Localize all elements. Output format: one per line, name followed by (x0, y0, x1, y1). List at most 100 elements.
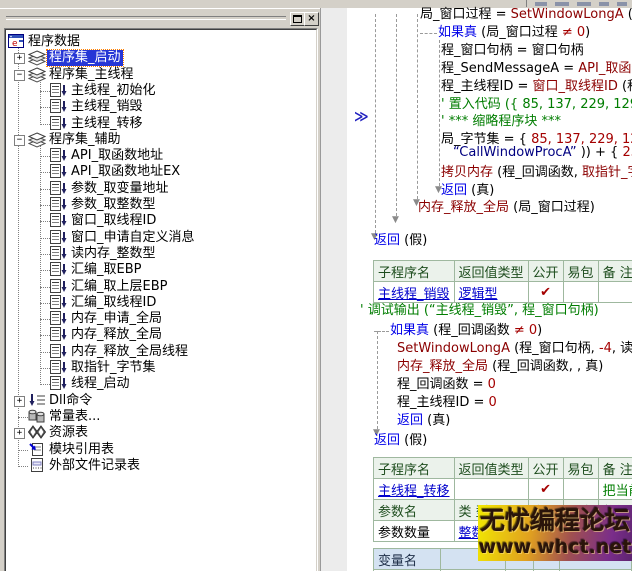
block-end-arrow-icon: ▼ (392, 216, 399, 224)
code-token: (局_窗口过程 (477, 25, 562, 40)
code-token: 局_窗口过程 = (420, 7, 511, 22)
code-token: ' 调试输出 (“主线程_销毁”, 程_窗口句柄) (360, 303, 599, 318)
code-token: (程_窗口句柄, (510, 341, 599, 356)
code-token: )) + { (577, 145, 623, 160)
indent-guide (375, 14, 376, 233)
code-token: 窗口_取线程ID (533, 79, 618, 94)
code-token: “CallWindowProcA” (453, 145, 577, 160)
table-cell[interactable]: 参数数量 (374, 521, 455, 542)
code-line[interactable]: 局_窗口过程 = SetWindowLongA (窗口句 (420, 8, 632, 22)
collapsed-block-icon[interactable]: ≫ (354, 110, 369, 124)
code-line[interactable]: SetWindowLongA (程_窗口句柄, -4, 读内存_ (397, 342, 632, 356)
code-line[interactable]: 如果真 (程_回调函数 ≠ 0) (390, 324, 542, 338)
code-line[interactable]: 程_主线程ID = 窗口_取线程ID (程 (441, 80, 632, 94)
table-cell[interactable]: ✔ (528, 282, 563, 303)
indent-guide (396, 14, 397, 216)
watermark: 无忧编程论坛 www.whct.net (478, 505, 632, 561)
code-line[interactable]: 程_SendMessageA = API_取函数地址 (441, 62, 632, 76)
block-start-dash (420, 33, 437, 34)
table-cell: 参数名 (374, 500, 455, 521)
table-cell[interactable] (454, 479, 528, 500)
code-line[interactable]: 返回 (假) (374, 234, 427, 248)
table-cell[interactable]: 逻辑型 (454, 282, 528, 303)
table-cell[interactable] (598, 282, 632, 303)
watermark-url: www.whct.net (478, 537, 632, 557)
table-header-cell: 公开 (528, 261, 563, 282)
table-cell[interactable]: 主线程_销毁 (374, 282, 455, 303)
code-token: ≠ 0 (562, 25, 585, 40)
code-token: ≠ 0 (514, 323, 537, 338)
code-token: 返回 (441, 183, 467, 198)
code-line[interactable]: 内存_释放_全局 (局_窗口过程) (418, 201, 595, 215)
table-header-cell: 易包 (563, 261, 598, 282)
code-token: 0 (489, 395, 497, 410)
code-token: 内存_释放_全局 (418, 200, 509, 215)
code-token: 程_SendMessageA = (441, 61, 578, 76)
code-line[interactable]: 内存_释放_全局 (程_回调函数, , 真) (397, 360, 603, 374)
code-token: 取指针_字 (582, 165, 632, 180)
code-line[interactable]: 程_回调函数 = 0 (397, 378, 496, 392)
code-line[interactable]: ' *** 缩略程序块 *** (441, 115, 561, 129)
code-token: 程_回调函数 = (397, 377, 488, 392)
code-editor: ≫ ▼▼▼▼▼局_窗口过程 = SetWindowLongA (窗口句如果真 (… (0, 0, 632, 571)
code-line[interactable]: ' 置入代码 ({ 85, 137, 229, 129, (441, 98, 632, 112)
code-token: (假) (400, 433, 427, 448)
code-token: (程_回调函数, (493, 165, 582, 180)
code-line[interactable]: 程_窗口句柄 = 窗口句柄 (441, 44, 584, 58)
code-token: , 读内存_ (612, 341, 632, 356)
code-token: 程_主线程ID = (441, 79, 533, 94)
table-header-cell: 变量名 (374, 549, 441, 570)
code-token: SetWindowLongA (397, 341, 510, 356)
table-cell[interactable]: ✔ (528, 479, 563, 500)
code-token: ' 置入代码 ({ 85, 137, 229, 129, (441, 97, 632, 112)
block-start-dash (374, 331, 389, 332)
code-token: 程_窗口句柄 = 窗口句柄 (441, 43, 584, 58)
code-token: ) (585, 25, 590, 40)
code-token: (真) (423, 413, 450, 428)
table-header-cell: 子程序名 (374, 458, 455, 479)
code-line[interactable]: 拷贝内存 (程_回调函数, 取指针_字 (441, 166, 632, 180)
code-token: (窗口句 (624, 7, 632, 22)
table-cell[interactable] (563, 479, 598, 500)
table-header-cell: 备 注 (598, 458, 632, 479)
table-cell[interactable]: 主线程_转移 (374, 479, 455, 500)
code-token: API_取函数地址 (578, 61, 632, 76)
code-token: (程_回调函数 (429, 323, 514, 338)
code-token: ) (537, 323, 542, 338)
code-token: (程 (618, 79, 632, 94)
watermark-title: 无忧编程论坛 (478, 505, 632, 537)
code-token: (假) (400, 233, 427, 248)
code-token: -4 (599, 341, 612, 356)
table-cell[interactable]: 把当前 (598, 479, 632, 500)
table-header-cell: 返回值类型 (454, 261, 528, 282)
code-token: ' *** 缩略程序块 *** (441, 114, 561, 129)
code-token: (真) (467, 183, 494, 198)
code-token: (局_窗口过程) (509, 200, 595, 215)
code-token: 程_主线程ID = (397, 395, 489, 410)
code-token: SetWindowLongA (511, 7, 624, 22)
code-token: 返回 (397, 413, 423, 428)
code-token: (程_回调函数, , 真) (488, 359, 603, 374)
code-token: 如果真 (390, 323, 429, 338)
table-header-cell: 子程序名 (374, 261, 455, 282)
code-token: 0 (488, 377, 496, 392)
code-line[interactable]: 返回 (假) (374, 434, 427, 448)
code-line[interactable]: ' 调试输出 (“主线程_销毁”, 程_窗口句柄) (360, 304, 599, 318)
indent-guide (439, 40, 440, 186)
code-token: 如果真 (438, 25, 477, 40)
code-line[interactable]: “CallWindowProcA” )) + { 255, (453, 146, 632, 160)
table-header-cell: 备 注 (598, 261, 632, 282)
code-token: 255, (622, 145, 632, 160)
indent-guide (377, 331, 378, 429)
definition-table: 子程序名返回值类型公开易包备 注主线程_销毁逻辑型✔ (373, 260, 632, 303)
code-line[interactable]: 程_主线程ID = 0 (397, 396, 497, 410)
code-token: 返回 (374, 433, 400, 448)
table-header-cell: 易包 (563, 458, 598, 479)
code-line[interactable]: 返回 (真) (441, 184, 494, 198)
code-token: 内存_释放_全局 (397, 359, 488, 374)
table-cell[interactable] (563, 282, 598, 303)
code-line[interactable]: 如果真 (局_窗口过程 ≠ 0) (438, 26, 590, 40)
code-token: 拷贝内存 (441, 165, 493, 180)
elang-ide-screenshot: × e程序数据+程序集_启动−程序集_主线程主线程_初始化主线程_销毁主线程_转… (0, 0, 632, 571)
code-line[interactable]: 返回 (真) (397, 414, 450, 428)
